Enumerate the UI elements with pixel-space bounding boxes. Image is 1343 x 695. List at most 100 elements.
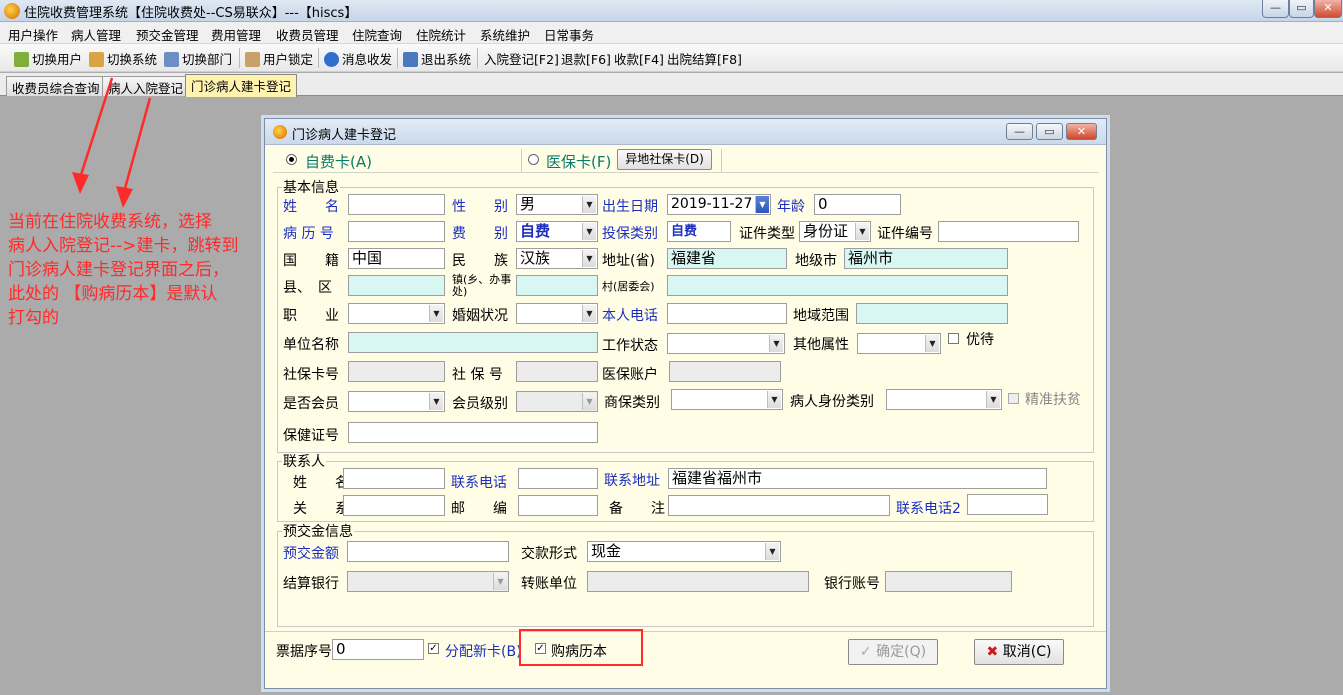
bank-account-input[interactable] (885, 571, 1012, 592)
member-level-select[interactable]: ▼ (516, 391, 598, 412)
maximize-button[interactable]: ▭ (1289, 0, 1314, 18)
health-card-label: 保健证号 (283, 428, 339, 444)
ethnic-select[interactable]: 汉族 ▼ (516, 248, 598, 269)
patient-id-type-select[interactable]: ▼ (886, 389, 1002, 410)
arrow-line-2 (122, 97, 152, 193)
ss-no-input[interactable] (516, 361, 598, 382)
confirm-button[interactable]: ✓ 确定(Q) (848, 639, 938, 665)
name-label: 姓 名 (283, 199, 339, 215)
id-type-select[interactable]: 身份证 ▼ (799, 221, 871, 242)
insurance-card-radio[interactable] (528, 154, 539, 165)
health-card-input[interactable] (348, 422, 598, 443)
bank-select[interactable]: ▼ (347, 571, 509, 592)
collect-button[interactable]: 收款[F4] (614, 49, 664, 67)
contact-name-label: 姓 名 (293, 475, 349, 491)
self-pay-label[interactable]: 自费卡(A) (305, 151, 372, 172)
cancel-button[interactable]: ✖ 取消(C) (974, 639, 1064, 665)
town-label: 镇(乡、办事处) (452, 273, 512, 298)
admission-register-button[interactable]: 入院登记[F2] (484, 49, 559, 67)
region-input[interactable] (856, 303, 1008, 324)
dialog-title-bar: 门诊病人建卡登记 — ▭ ✕ (265, 119, 1106, 145)
commercial-ins-select[interactable]: ▼ (671, 389, 783, 410)
exit-icon (403, 52, 418, 67)
menu-system-maint[interactable]: 系统维护 (480, 25, 530, 44)
ss-no-label: 社 保 号 (452, 367, 503, 383)
id-no-input[interactable] (938, 221, 1079, 242)
relation-input[interactable] (343, 495, 445, 516)
contact-phone2-input[interactable] (967, 494, 1048, 515)
village-input[interactable] (667, 275, 1008, 296)
city-input[interactable]: 福州市 (844, 248, 1008, 269)
annotation-line: 门诊病人建卡登记界面之后， (8, 260, 229, 280)
employer-input[interactable] (348, 332, 598, 353)
annotation-note: 当前在住院收费系统，选择 病人入院登记-->建卡，跳转到 门诊病人建卡登记界面之… (8, 210, 268, 330)
dialog-close-button[interactable]: ✕ (1066, 123, 1097, 140)
birth-date-picker[interactable]: 2019-11-27 ▼ (667, 194, 771, 215)
dialog-maximize-button[interactable]: ▭ (1036, 123, 1063, 140)
highlight-box (519, 629, 643, 666)
marriage-label: 婚姻状况 (452, 308, 508, 324)
outpatient-card-dialog: 门诊病人建卡登记 — ▭ ✕ 自费卡(A) 医保卡(F) 异地社保卡(D) 基本… (264, 118, 1107, 689)
birth-label: 出生日期 (602, 199, 658, 215)
message-button[interactable]: 消息收发 (324, 49, 392, 67)
pay-method-select[interactable]: 现金 ▼ (587, 541, 781, 562)
poverty-checkbox[interactable] (1008, 393, 1019, 404)
job-select[interactable]: ▼ (348, 303, 445, 324)
record-no-input[interactable] (348, 221, 445, 242)
gender-label: 性 别 (452, 199, 508, 215)
annotation-line: 当前在住院收费系统，选择 (8, 212, 212, 232)
med-account-input[interactable] (669, 361, 781, 382)
ss-card-label: 社保卡号 (283, 367, 339, 383)
contact-phone-label: 联系电话 (451, 475, 507, 491)
province-input[interactable]: 福建省 (667, 248, 787, 269)
contact-phone-input[interactable] (518, 468, 598, 489)
refund-button[interactable]: 退款[F6] (561, 49, 611, 67)
insure-type-input[interactable]: 自费 (667, 221, 731, 242)
menu-daily-affairs[interactable]: 日常事务 (544, 25, 594, 44)
gender-select[interactable]: 男 ▼ (516, 194, 598, 215)
receipt-no-label: 票据序号 (276, 644, 332, 660)
member-select[interactable]: ▼ (348, 391, 445, 412)
pay-method-label: 交款形式 (521, 546, 577, 562)
relation-label: 关 系 (293, 501, 349, 517)
county-input[interactable] (348, 275, 445, 296)
menu-inpatient-stats[interactable]: 住院统计 (416, 25, 466, 44)
insurance-card-label[interactable]: 医保卡(F) (546, 151, 611, 172)
check-icon: ✓ (859, 644, 872, 660)
transfer-unit-input[interactable] (587, 571, 809, 592)
remark-input[interactable] (668, 495, 890, 516)
receipt-no-input[interactable]: 0 (332, 639, 424, 660)
close-button[interactable]: ✕ (1314, 0, 1342, 18)
x-icon: ✖ (986, 644, 999, 660)
assign-new-card-checkbox[interactable]: ✓ (428, 643, 439, 654)
contact-name-input[interactable] (343, 468, 445, 489)
assign-new-card-label[interactable]: 分配新卡(B) (445, 641, 520, 661)
discharge-settle-button[interactable]: 出院结算[F8] (667, 49, 742, 67)
town-input[interactable] (516, 275, 598, 296)
exit-system-button[interactable]: 退出系统 (403, 49, 471, 67)
self-pay-radio[interactable] (286, 154, 297, 165)
age-input[interactable]: 0 (814, 194, 901, 215)
remote-ss-card-button[interactable]: 异地社保卡(D) (617, 149, 712, 170)
dialog-minimize-button[interactable]: — (1006, 123, 1033, 140)
fee-type-select[interactable]: 自费 ▼ (516, 221, 598, 242)
patient-id-type-label: 病人身份类别 (790, 394, 874, 410)
nation-input[interactable]: 中国 (348, 248, 445, 269)
marriage-select[interactable]: ▼ (516, 303, 598, 324)
member-level-label: 会员级别 (452, 396, 508, 412)
name-input[interactable] (348, 194, 445, 215)
contact-address-input[interactable]: 福建省福州市 (668, 468, 1047, 489)
deposit-amount-label: 预交金额 (283, 546, 339, 562)
ss-card-input[interactable] (348, 361, 445, 382)
arrowhead-1 (72, 172, 89, 194)
menu-inpatient-query[interactable]: 住院查询 (352, 25, 402, 44)
commercial-ins-label: 商保类别 (604, 395, 660, 411)
work-status-select[interactable]: ▼ (667, 333, 785, 354)
member-label: 是否会员 (283, 396, 339, 412)
minimize-button[interactable]: — (1262, 0, 1289, 18)
postcode-input[interactable] (518, 495, 598, 516)
deposit-amount-input[interactable] (347, 541, 509, 562)
other-attr-select[interactable]: ▼ (857, 333, 941, 354)
phone-input[interactable] (667, 303, 787, 324)
vip-checkbox[interactable] (948, 333, 959, 344)
